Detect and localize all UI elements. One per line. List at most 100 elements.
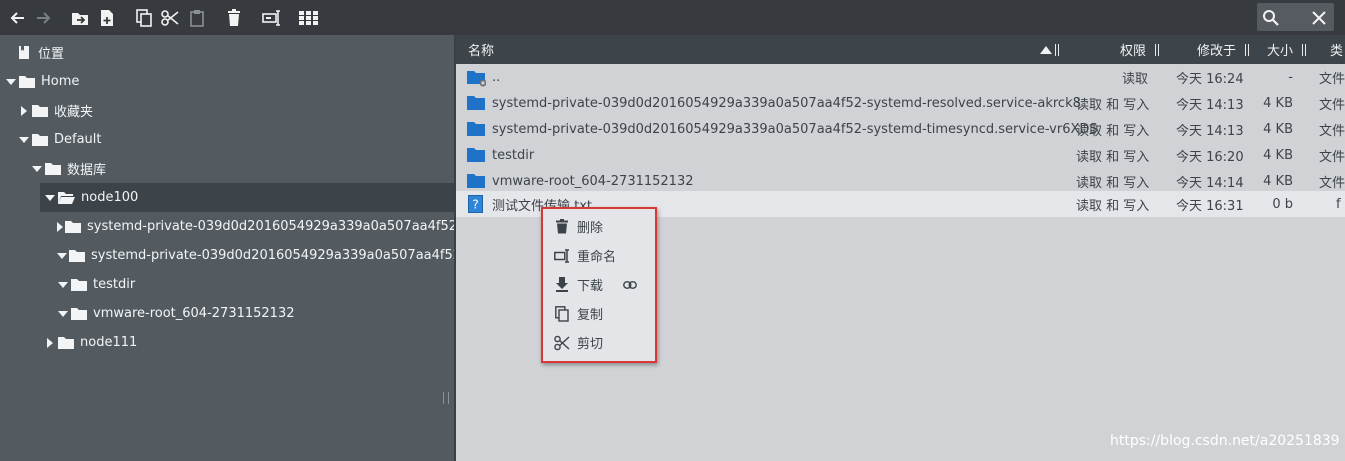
column-name-header[interactable]: 名称 bbox=[468, 35, 494, 64]
file-perm: 读取 bbox=[1122, 71, 1149, 87]
tree-item-systemd-timesyncd[interactable]: systemd-private-039d0d2016054929a339a0a5… bbox=[0, 241, 454, 270]
sort-ascending-icon[interactable] bbox=[1040, 35, 1059, 64]
tree-item-node111[interactable]: node111 bbox=[0, 328, 454, 357]
expand-arrow-icon[interactable] bbox=[57, 250, 67, 262]
tree-item-systemd-resolved[interactable]: systemd-private-039d0d2016054929a339a0a5… bbox=[0, 212, 454, 241]
expand-arrow-icon[interactable] bbox=[44, 192, 56, 204]
menu-item-download[interactable]: 下载 bbox=[543, 270, 655, 299]
folder-icon bbox=[466, 147, 486, 167]
grid-view-icon[interactable] bbox=[298, 0, 320, 35]
search-box[interactable] bbox=[1257, 3, 1334, 31]
column-label: 大小 bbox=[1267, 44, 1294, 59]
paste-icon[interactable] bbox=[187, 0, 207, 35]
move-folder-icon[interactable] bbox=[70, 0, 90, 35]
file-size: 0 b bbox=[1272, 196, 1293, 212]
expand-arrow-icon[interactable] bbox=[57, 308, 69, 320]
download-icon bbox=[554, 277, 570, 292]
tree-item-home[interactable]: Home bbox=[0, 67, 454, 96]
tree-item-label: node100 bbox=[81, 190, 139, 205]
copy-icon[interactable] bbox=[134, 0, 154, 35]
folder-icon bbox=[58, 336, 74, 349]
close-icon[interactable] bbox=[1309, 0, 1329, 35]
cut-icon[interactable] bbox=[160, 0, 180, 35]
expand-arrow-icon[interactable] bbox=[57, 279, 69, 291]
delete-icon[interactable] bbox=[224, 0, 244, 35]
column-perm-header[interactable]: 权限 bbox=[1120, 35, 1160, 64]
column-label: 名称 bbox=[468, 44, 495, 59]
tree-item-label: testdir bbox=[93, 277, 136, 292]
back-arrow-icon[interactable] bbox=[8, 0, 28, 35]
folder-open-icon bbox=[58, 191, 75, 204]
file-size: - bbox=[1288, 69, 1293, 85]
file-perm: 读取 和 写入 bbox=[1076, 97, 1150, 113]
column-modified-header[interactable]: 修改于 bbox=[1197, 35, 1250, 64]
file-row[interactable]: systemd-private-039d0d2016054929a339a0a5… bbox=[456, 116, 1345, 142]
column-label: 类 bbox=[1330, 44, 1344, 59]
folder-icon bbox=[466, 173, 486, 193]
tree-item-database[interactable]: 数据库 bbox=[0, 154, 454, 183]
tree-item-favorites[interactable]: 收藏夹 bbox=[0, 96, 454, 125]
menu-item-label: 剪切 bbox=[577, 337, 604, 352]
filelist-header: 名称 权限 修改于 大小 类 bbox=[456, 35, 1345, 64]
tree-item-label: vmware-root_604-2731152132 bbox=[93, 306, 295, 321]
context-menu: 删除 重命名 下载 复制 剪切 bbox=[541, 207, 657, 363]
file-row[interactable]: testdir 读取 和 写入 今天 16:20 4 KB 文件 bbox=[456, 142, 1345, 168]
collapse-arrow-icon[interactable] bbox=[57, 221, 63, 233]
expand-arrow-icon[interactable] bbox=[18, 134, 30, 146]
file-type: 文件 bbox=[1319, 97, 1345, 113]
file-size: 4 KB bbox=[1263, 95, 1293, 111]
tree-item-label: Default bbox=[54, 132, 102, 147]
file-perm: 读取 和 写入 bbox=[1076, 198, 1150, 214]
folder-icon bbox=[45, 162, 61, 175]
tree-item-testdir[interactable]: testdir bbox=[0, 270, 454, 299]
tree-item-node100[interactable]: node100 bbox=[40, 183, 454, 212]
file-perm: 读取 和 写入 bbox=[1076, 123, 1150, 139]
menu-item-label: 重命名 bbox=[577, 250, 617, 265]
tree-item-label: systemd-private-039d0d2016054929a339a0a5… bbox=[91, 248, 454, 263]
new-file-icon[interactable] bbox=[97, 0, 117, 35]
file-size: 4 KB bbox=[1263, 147, 1293, 163]
folder-icon bbox=[65, 220, 81, 233]
search-icon[interactable] bbox=[1261, 0, 1281, 35]
menu-item-label: 复制 bbox=[577, 308, 604, 323]
file-type: 文件 bbox=[1319, 71, 1345, 87]
tree-item-default[interactable]: Default bbox=[0, 125, 454, 154]
menu-item-delete[interactable]: 删除 bbox=[543, 212, 655, 241]
folder-icon bbox=[69, 249, 85, 262]
file-row[interactable]: systemd-private-039d0d2016054929a339a0a5… bbox=[456, 90, 1345, 116]
rename-icon[interactable] bbox=[261, 0, 283, 35]
file-modified: 今天 16:20 bbox=[1176, 149, 1244, 165]
file-type: f bbox=[1336, 196, 1341, 212]
collapse-arrow-icon[interactable] bbox=[18, 105, 30, 117]
copy-icon bbox=[554, 305, 570, 322]
trash-icon bbox=[554, 219, 570, 234]
file-name: .. bbox=[492, 69, 501, 85]
tree-item-label: node111 bbox=[80, 335, 138, 350]
file-row[interactable]: .. 读取 今天 16:24 - 文件 bbox=[456, 64, 1345, 90]
column-size-header[interactable]: 大小 bbox=[1267, 35, 1307, 64]
expand-arrow-icon[interactable] bbox=[31, 163, 43, 175]
expand-arrow-icon[interactable] bbox=[5, 76, 17, 88]
tree-item-label: 收藏夹 bbox=[54, 105, 94, 120]
tree-item-vmware-root[interactable]: vmware-root_604-2731152132 bbox=[0, 299, 454, 328]
column-type-header[interactable]: 类 bbox=[1330, 35, 1343, 64]
menu-item-cut[interactable]: 剪切 bbox=[543, 328, 655, 357]
menu-item-copy[interactable]: 复制 bbox=[543, 299, 655, 328]
file-name: systemd-private-039d0d2016054929a339a0a5… bbox=[492, 95, 1081, 111]
menu-item-label: 下载 bbox=[577, 279, 604, 294]
collapse-arrow-icon[interactable] bbox=[44, 337, 56, 349]
tree-item-label: 数据库 bbox=[67, 163, 107, 178]
tree-item-label: Home bbox=[41, 74, 80, 89]
file-modified: 今天 14:13 bbox=[1176, 97, 1244, 113]
forward-arrow-icon[interactable] bbox=[33, 0, 53, 35]
file-modified: 今天 14:13 bbox=[1176, 123, 1244, 139]
folder-icon bbox=[466, 95, 486, 115]
link-icon[interactable] bbox=[623, 280, 637, 289]
folder-icon bbox=[32, 104, 48, 117]
sidebar: 位置 Home 收藏夹 Default 数据库 node100 systemd-… bbox=[0, 35, 454, 461]
column-label: 权限 bbox=[1120, 44, 1147, 59]
folder-icon bbox=[466, 121, 486, 141]
resize-grip[interactable] bbox=[443, 392, 449, 404]
folder-icon bbox=[32, 133, 48, 146]
menu-item-rename[interactable]: 重命名 bbox=[543, 241, 655, 270]
